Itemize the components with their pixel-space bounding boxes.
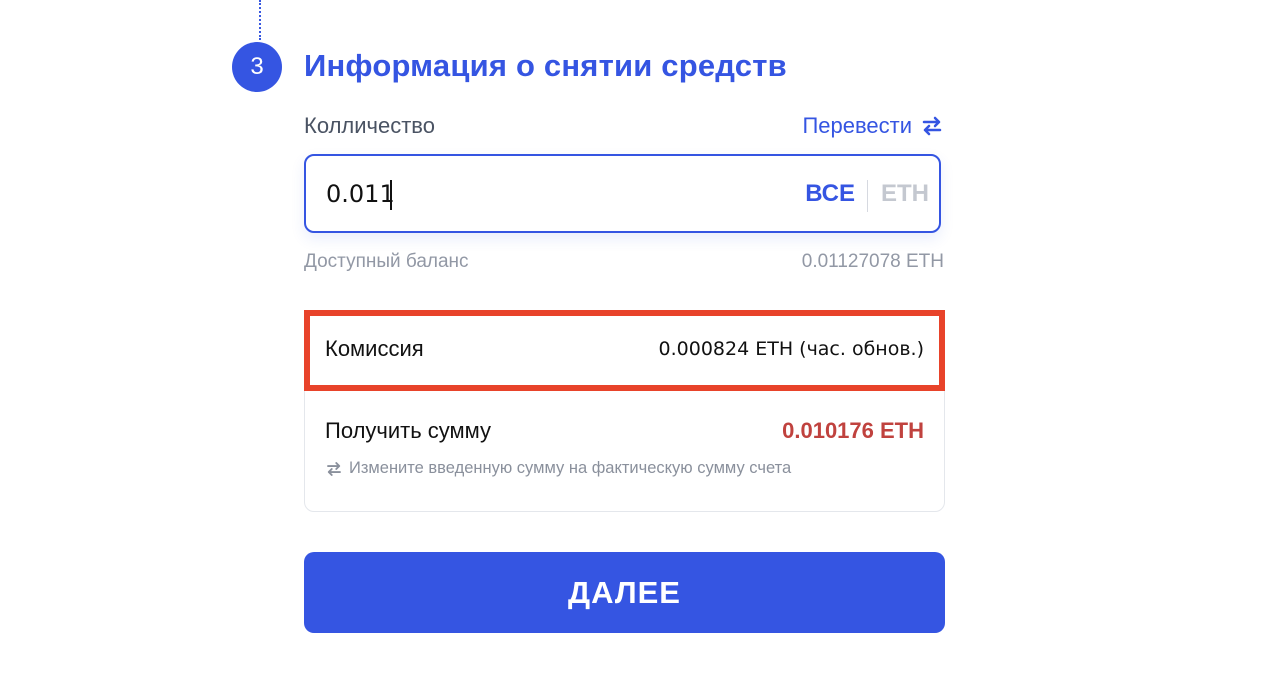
next-button[interactable]: ДАЛЕЕ <box>304 552 945 633</box>
available-balance-value: 0.01127078 ETH <box>801 251 944 272</box>
swap-arrows-icon <box>922 116 942 136</box>
unit-divider <box>867 180 868 212</box>
fee-label: Комиссия <box>325 336 424 361</box>
step-number-badge: 3 <box>232 42 282 92</box>
convert-link[interactable]: Перевести <box>802 113 944 139</box>
available-balance-label: Доступный баланс <box>304 251 469 272</box>
receive-amount-value: 0.010176 ETH <box>782 418 924 443</box>
receive-hint-text: Измените введенную сумму на фактическую … <box>349 459 792 477</box>
convert-label: Перевести <box>802 113 912 138</box>
fee-value: 0.000824 ETH (час. обнов.) <box>658 338 924 360</box>
quantity-label: Колличество <box>304 113 435 138</box>
swap-arrows-icon <box>327 461 341 476</box>
amount-input[interactable] <box>326 174 746 214</box>
amount-field[interactable]: ВСЕ ETH <box>304 154 941 233</box>
receive-amount-label: Получить сумму <box>325 418 492 443</box>
step-connector-line <box>259 0 261 40</box>
withdrawal-page: 3 Информация о снятии средств Колличеств… <box>0 0 1280 690</box>
section-title: Информация о снятии средств <box>304 48 787 83</box>
currency-unit: ETH <box>881 180 929 207</box>
receive-hint[interactable]: Измените введенную сумму на фактическую … <box>325 459 791 478</box>
text-caret <box>390 180 392 210</box>
all-button[interactable]: ВСЕ <box>805 180 855 208</box>
